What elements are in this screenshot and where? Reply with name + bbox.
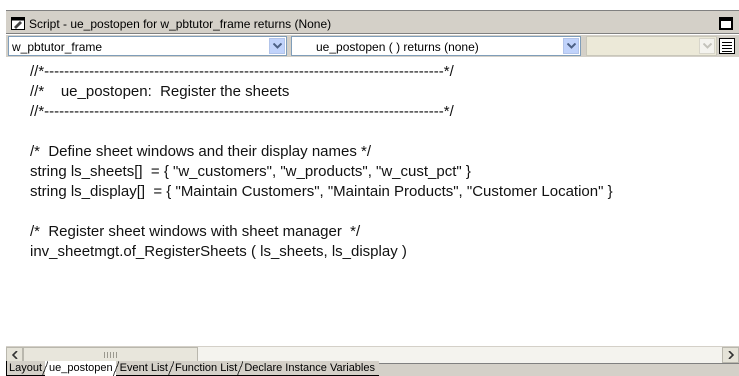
chevron-down-icon[interactable] xyxy=(563,38,579,54)
code-text[interactable]: //*-------------------------------------… xyxy=(30,62,613,262)
tab-ue-postopen[interactable]: ue_postopen xyxy=(42,361,117,376)
tab-function-list[interactable]: Function List xyxy=(167,361,242,376)
code-line[interactable]: //*-------------------------------------… xyxy=(30,62,613,82)
code-editor[interactable]: //*-------------------------------------… xyxy=(6,57,739,346)
list-icon[interactable] xyxy=(719,38,735,54)
object-dropdown-value: w_pbtutor_frame xyxy=(12,40,103,54)
tab-declare-instance-variables[interactable]: Declare Instance Variables xyxy=(237,361,379,376)
code-line[interactable]: string ls_sheets[] = { "w_customers", "w… xyxy=(30,162,613,182)
code-line[interactable]: //*-------------------------------------… xyxy=(30,102,613,122)
event-dropdown[interactable]: ue_postopen ( ) returns (none) xyxy=(291,36,581,56)
tab-bar: Layout ue_postopen Event List Function List… xyxy=(6,361,739,376)
code-line[interactable]: inv_sheetmgt.of_RegisterSheets ( ls_shee… xyxy=(30,242,613,262)
chevron-down-icon[interactable] xyxy=(699,38,715,54)
event-dropdown-value: ue_postopen ( ) returns (none) xyxy=(316,40,479,54)
script-window: Script - ue_postopen for w_pbtutor_frame… xyxy=(6,14,739,376)
code-line[interactable] xyxy=(30,202,613,222)
title-bar[interactable]: Script - ue_postopen for w_pbtutor_frame… xyxy=(6,14,739,34)
script-icon xyxy=(11,17,25,30)
code-line[interactable]: string ls_display[] = { "Maintain Custom… xyxy=(30,182,613,202)
code-line[interactable] xyxy=(30,122,613,142)
chevron-down-icon[interactable] xyxy=(269,38,285,54)
tab-strip: Layout ue_postopen Event List Function List… xyxy=(6,361,379,376)
maximize-icon[interactable] xyxy=(719,17,733,30)
code-line[interactable]: /* Define sheet windows and their displa… xyxy=(30,142,613,162)
scroll-right-arrow-icon[interactable] xyxy=(722,347,739,363)
tab-event-list[interactable]: Event List xyxy=(112,361,172,376)
ancestor-dropdown[interactable] xyxy=(586,36,717,56)
code-line[interactable]: //* ue_postopen: Register the sheets xyxy=(30,82,613,102)
tab-layout[interactable]: Layout xyxy=(6,361,47,376)
object-dropdown[interactable]: w_pbtutor_frame xyxy=(8,36,287,56)
window-title: Script - ue_postopen for w_pbtutor_frame… xyxy=(29,17,332,31)
code-line[interactable]: /* Register sheet windows with sheet man… xyxy=(30,222,613,242)
script-selector-bar: w_pbtutor_frame ue_postopen ( ) returns … xyxy=(6,35,739,57)
